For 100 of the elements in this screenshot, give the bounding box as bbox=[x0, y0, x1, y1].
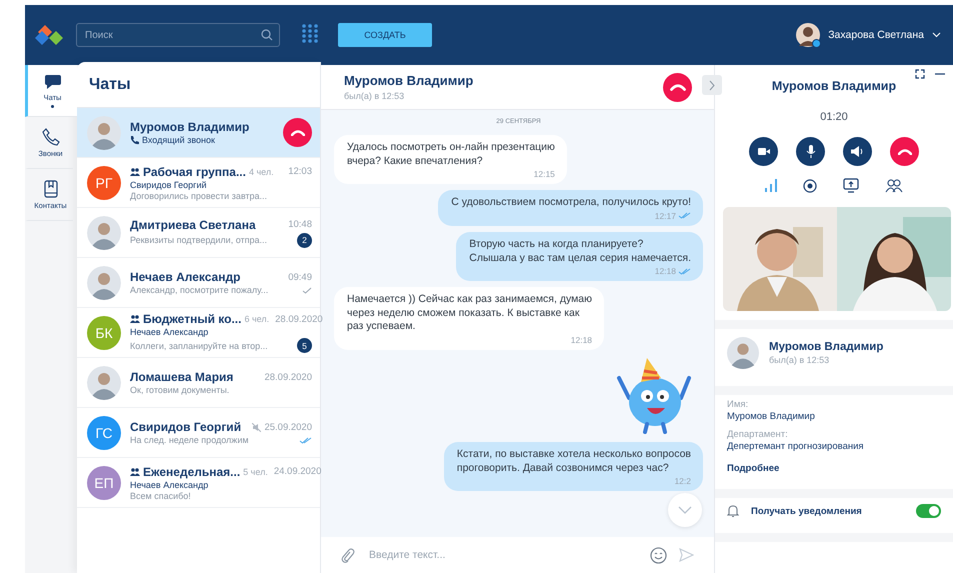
chat-time: 28.09.2020 bbox=[275, 314, 323, 324]
hang-up-icon bbox=[670, 84, 686, 90]
chat-list-item[interactable]: Дмитриева Светлана 10:48 Реквизиты подтвердили, отпра... 2 bbox=[77, 208, 320, 258]
contact-name: Муромов Владимир bbox=[344, 73, 474, 88]
message-preview: Договорились провести завтра... bbox=[130, 190, 268, 200]
chat-name: Свиридов Георгий bbox=[130, 420, 242, 434]
avatar: РГ bbox=[87, 166, 121, 200]
message-time: 12:15 bbox=[534, 169, 555, 180]
message-time: 12:18 bbox=[570, 335, 592, 346]
chat-time: 28.09.2020 bbox=[264, 372, 312, 382]
message-preview: Всем спасибо! bbox=[130, 490, 191, 500]
avatar bbox=[87, 366, 121, 400]
chat-time: 10:48 bbox=[288, 219, 312, 230]
chat-name: Дмитриева Светлана bbox=[130, 218, 256, 232]
chat-time: 12:03 bbox=[288, 166, 312, 177]
search-field[interactable]: Поиск bbox=[76, 23, 280, 47]
chevron-right-icon bbox=[709, 80, 715, 90]
message-time: 12:18 bbox=[654, 266, 676, 276]
message-text: Удалось посмотреть он-лайн презентацию вчера? Какие впечатления? bbox=[347, 141, 555, 168]
chat-list-item[interactable]: РГ Рабочая группа... 4 чел. 12:03 Свиридов Георгий Договорились провести завтра... bbox=[77, 158, 320, 208]
last-seen-status: был(а) в 12:53 bbox=[769, 355, 830, 365]
chat-name: Муромов Владимир bbox=[130, 120, 250, 134]
field-value: Муромов Владимир bbox=[727, 411, 816, 422]
chat-name: Нечаев Александр bbox=[130, 270, 240, 284]
minimize-icon[interactable] bbox=[935, 73, 945, 75]
fullscreen-icon[interactable] bbox=[915, 69, 925, 79]
message-preview: Входящий звонок bbox=[142, 135, 215, 145]
avatar bbox=[87, 116, 121, 150]
message-preview: На след. неделе продолжим bbox=[130, 435, 249, 445]
search-icon bbox=[261, 29, 273, 41]
chat-list-item[interactable]: Ломашева Мария 28.09.2020 Ок, готовим документы. bbox=[77, 358, 320, 408]
member-count: 5 чел. bbox=[243, 466, 268, 476]
chat-time: 24.09.2020 bbox=[274, 466, 322, 477]
emoji-icon[interactable] bbox=[650, 546, 667, 564]
caller-name: Муромов Владимир bbox=[770, 79, 898, 93]
camera-icon bbox=[758, 147, 770, 156]
notifications-toggle[interactable] bbox=[916, 504, 941, 518]
member-count: 4 чел. bbox=[248, 166, 274, 176]
avatar: ЕП bbox=[87, 466, 121, 500]
dialpad-icon[interactable] bbox=[302, 24, 318, 46]
chat-time: 09:49 bbox=[288, 272, 312, 282]
message-text: Кстати, по выставке хотела несколько вопросов проговорить. Давай созвонимся через час? bbox=[456, 448, 691, 476]
message-preview: Ок, готовим документы. bbox=[130, 385, 230, 395]
chat-name: Рабочая группа... bbox=[143, 164, 246, 178]
search-input[interactable]: Поиск bbox=[83, 28, 261, 42]
speaker-icon bbox=[851, 146, 864, 157]
phone-icon bbox=[130, 136, 139, 144]
record-icon[interactable] bbox=[803, 178, 817, 192]
unread-count: 5 bbox=[297, 338, 312, 353]
speaker-button[interactable] bbox=[843, 137, 872, 166]
user-name[interactable]: Захарова Светлана bbox=[828, 29, 924, 41]
chat-name: Ломашева Мария bbox=[130, 370, 234, 384]
message-text: Вторую часть на когда планируете? Слышала у вас там целая серия намечается. bbox=[469, 238, 691, 266]
avatar: ГС bbox=[87, 416, 121, 450]
message-time: 12:2 bbox=[674, 476, 691, 486]
chat-list-item[interactable]: Муромов Владимир Входящий звонок bbox=[77, 108, 320, 158]
chat-list-item[interactable]: ГС Свиридов Георгий 25.09.2020 На след. неделе продолжим bbox=[77, 408, 320, 458]
user-avatar[interactable] bbox=[796, 23, 820, 47]
message-preview: Коллеги, запланируйте на втор... bbox=[130, 340, 268, 350]
chevron-down-icon bbox=[678, 506, 692, 514]
chat-list-item[interactable]: Нечаев Александр 09:49 Александр, посмотрите пожалу... bbox=[77, 258, 320, 308]
bell-icon bbox=[727, 504, 739, 518]
hang-up-icon bbox=[290, 130, 304, 136]
notifications-label: Получать уведомления bbox=[751, 506, 862, 516]
avatar: БК bbox=[87, 316, 121, 350]
sender-name: Нечаев Александр bbox=[130, 327, 210, 337]
microphone-button[interactable] bbox=[796, 137, 825, 166]
chat-time: 25.09.2020 bbox=[264, 422, 312, 432]
composer-bar[interactable]: Введите текст... bbox=[321, 537, 714, 573]
avatar bbox=[727, 337, 759, 369]
unread-count: 2 bbox=[297, 232, 312, 248]
participants-icon[interactable] bbox=[885, 178, 903, 192]
phone-icon bbox=[42, 128, 60, 146]
avatar bbox=[87, 266, 121, 300]
chevron-down-icon[interactable] bbox=[932, 32, 941, 38]
chat-list-item[interactable]: БК Бюджетный ко... 6 чел. 28.09.2020 Нечаев Александр Коллеги, запланируйте на втор... 5 bbox=[77, 308, 320, 358]
chat-list-item[interactable]: ЕП Еженедельная... 5 чел. 24.09.2020 Нечаев Александр Всем спасибо! bbox=[77, 458, 320, 508]
message-time: 12:17 bbox=[654, 210, 676, 221]
message-preview: Реквизиты подтвердили, отпра... bbox=[130, 235, 268, 245]
field-value: Депертемант прогнозирования bbox=[727, 441, 865, 452]
create-button[interactable]: СОЗДАТЬ bbox=[338, 23, 432, 47]
hang-up-button[interactable] bbox=[283, 118, 312, 147]
hang-up-icon bbox=[898, 148, 912, 154]
signal-icon[interactable] bbox=[765, 179, 777, 192]
chat-name: Еженедельная... bbox=[143, 464, 240, 478]
call-timer: 01:20 bbox=[819, 111, 849, 123]
contact-name: Муромов Владимир bbox=[769, 341, 884, 353]
more-link[interactable]: Подробнее bbox=[727, 463, 941, 474]
hang-up-button[interactable] bbox=[890, 137, 919, 166]
camera-button[interactable] bbox=[749, 137, 778, 166]
attach-icon[interactable] bbox=[341, 548, 355, 562]
hang-up-button[interactable] bbox=[663, 72, 692, 102]
avatar bbox=[87, 216, 121, 250]
message-preview: Александр, посмотрите пожалу... bbox=[130, 285, 268, 295]
member-count: 6 чел. bbox=[244, 314, 270, 324]
sender-name: Нечаев Александр bbox=[130, 480, 210, 490]
message-text: Намечается )) Сейчас как раз занимаемся, думаю через неделю сможем показать. К выставке как раз успеваем. bbox=[347, 293, 592, 334]
chat-bubble-icon bbox=[44, 74, 62, 90]
screen-share-icon[interactable] bbox=[843, 178, 859, 193]
contacts-book-icon bbox=[42, 180, 58, 198]
